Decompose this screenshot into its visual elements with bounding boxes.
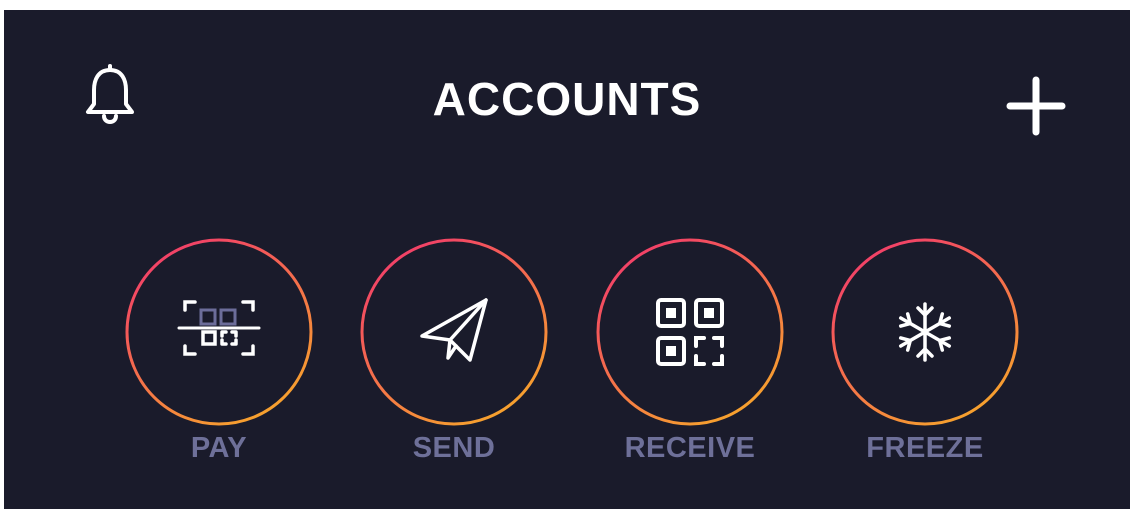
accounts-screen: ACCOUNTS PAY SEND RECEIVE FREEZE [4,10,1130,509]
freeze-button[interactable]: FREEZE [827,236,1023,464]
snowflake-icon [898,302,952,362]
receive-button[interactable]: RECEIVE [592,236,788,464]
scan-qr-icon [177,300,261,356]
paper-plane-icon [420,298,488,362]
send-ring [360,238,548,426]
qr-code-icon [656,298,724,366]
page-title: ACCOUNTS [432,73,702,125]
freeze-ring [831,238,1019,426]
pay-button[interactable]: PAY [121,236,317,464]
send-label: SEND [412,432,496,464]
pay-label: PAY [190,432,248,464]
plus-icon[interactable] [1004,74,1068,138]
pay-ring [125,238,313,426]
send-button[interactable]: SEND [356,236,552,464]
freeze-label: FREEZE [866,432,984,464]
receive-ring [596,238,784,426]
receive-label: RECEIVE [624,432,756,464]
